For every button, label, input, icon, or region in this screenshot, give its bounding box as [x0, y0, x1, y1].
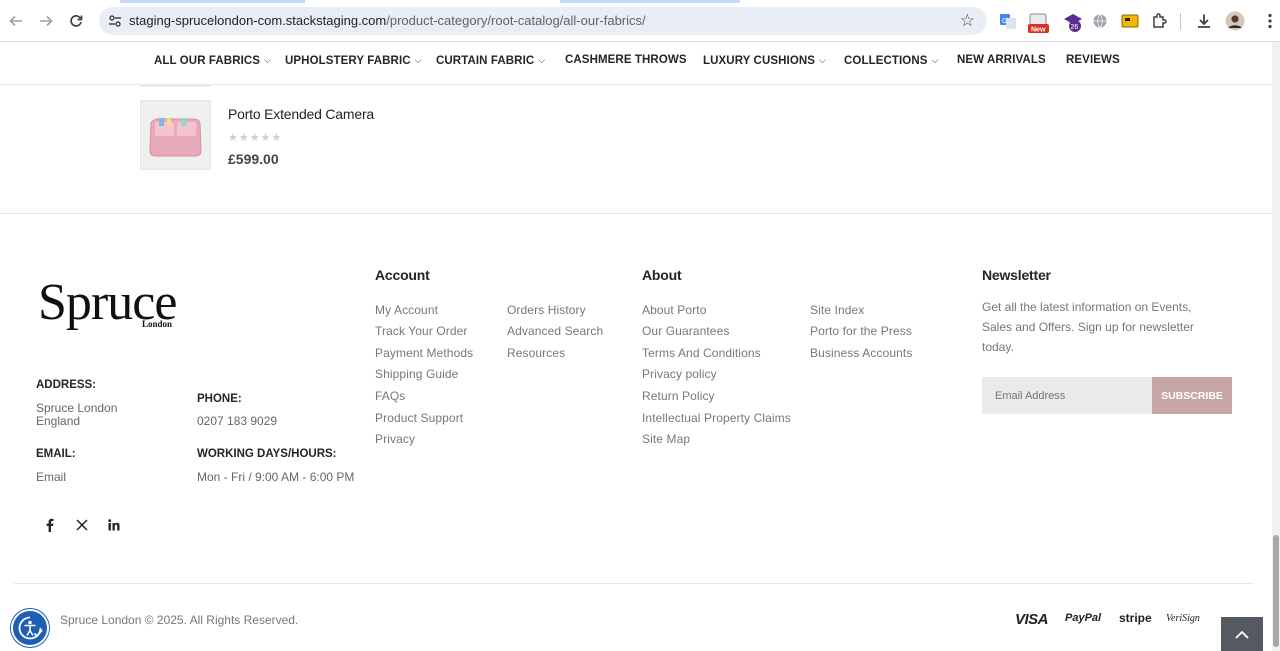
newsletter-description: Get all the latest information on Events…	[982, 300, 1194, 354]
browser-toolbar: staging-sprucelondon-com.stackstaging.co…	[0, 0, 1280, 42]
link-business-accounts[interactable]: Business Accounts	[810, 346, 912, 360]
link-advanced-search[interactable]: Advanced Search	[507, 324, 603, 338]
accessibility-button[interactable]	[11, 609, 49, 647]
product-name-link[interactable]: Porto Extended Camera	[228, 106, 374, 122]
chevron-down-icon: ⌵	[819, 55, 826, 65]
subscribe-button[interactable]: SUBSCRIBE	[1152, 377, 1232, 414]
newsletter-email-field[interactable]	[982, 377, 1153, 414]
link-shipping-guide[interactable]: Shipping Guide	[375, 367, 458, 381]
new-extension-icon[interactable]: New	[1028, 13, 1050, 35]
product-price: £599.00	[228, 151, 279, 167]
main-navigation: ALL OUR FABRICS ⌵ UPHOLSTERY FABRIC ⌵ CURT…	[0, 42, 1280, 85]
chevron-down-icon: ⌵	[264, 55, 272, 65]
x-twitter-icon[interactable]	[72, 516, 92, 534]
stripe-logo: stripe	[1119, 611, 1152, 625]
working-hours-label: WORKING DAYS/HOURS:	[197, 448, 337, 460]
link-track-your-order[interactable]: Track Your Order	[375, 324, 468, 338]
visa-logo: VISA	[1015, 611, 1049, 628]
back-icon[interactable]	[5, 10, 27, 32]
link-site-map[interactable]: Site Map	[642, 432, 690, 446]
linkedin-icon[interactable]	[104, 516, 124, 534]
forward-icon[interactable]	[35, 10, 57, 32]
accessibility-icon	[18, 616, 43, 640]
academic-cap-extension-icon[interactable]: 26	[1062, 11, 1084, 33]
chevron-down-icon: ⌵	[538, 55, 546, 65]
nav-luxury-cushions[interactable]: LUXURY CUSHIONS ⌵	[703, 55, 826, 67]
phone-label: PHONE:	[197, 393, 242, 405]
email-input[interactable]	[982, 377, 1153, 414]
link-porto-for-the-press[interactable]: Porto for the Press	[810, 324, 912, 338]
link-terms-and-conditions[interactable]: Terms And Conditions	[642, 346, 761, 360]
link-about-porto[interactable]: About Porto	[642, 303, 706, 317]
chevron-down-icon: ⌵	[414, 55, 422, 65]
chevron-up-icon	[1235, 630, 1249, 639]
link-our-guarantees[interactable]: Our Guarantees	[642, 324, 729, 338]
link-privacy[interactable]: Privacy	[375, 432, 415, 446]
footer-bottom-divider	[14, 583, 1254, 584]
paypal-logo: PayPal	[1065, 612, 1102, 624]
nav-new-arrivals[interactable]: NEW ARRIVALS	[957, 54, 1046, 66]
toolbar-separator	[1180, 13, 1181, 30]
link-orders-history[interactable]: Orders History	[507, 303, 586, 317]
link-faqs[interactable]: FAQs	[375, 389, 405, 403]
nav-upholstery-fabric[interactable]: UPHOLSTERY FABRIC ⌵	[285, 55, 422, 67]
link-my-account[interactable]: My Account	[375, 303, 438, 317]
link-privacy-policy[interactable]: Privacy policy	[642, 367, 717, 381]
svg-text:London: London	[142, 319, 172, 329]
link-return-policy[interactable]: Return Policy	[642, 389, 715, 403]
product-rating-stars: ★★★★★	[228, 132, 283, 144]
link-intellectual-property-claims[interactable]: Intellectual Property Claims	[642, 411, 791, 425]
downloads-icon[interactable]	[1194, 11, 1214, 31]
page-scrollbar-thumb[interactable]	[1273, 535, 1279, 647]
address-label: ADDRESS:	[36, 379, 97, 391]
svg-text:G: G	[1002, 18, 1007, 25]
nav-reviews[interactable]: REVIEWS	[1066, 54, 1120, 66]
extensions-puzzle-icon[interactable]	[1150, 11, 1170, 31]
reload-icon[interactable]	[65, 10, 87, 32]
verisign-logo: VeriSign	[1166, 613, 1200, 624]
translate-extension-icon[interactable]: G	[998, 11, 1018, 31]
copyright-text: Spruce London © 2025. All Rights Reserve…	[60, 613, 299, 627]
facebook-icon[interactable]	[39, 516, 59, 534]
working-hours-value: Mon - Fri / 9:00 AM - 6:00 PM	[197, 470, 355, 484]
nav-cashmere-throws[interactable]: CASHMERE THROWS	[565, 54, 687, 66]
spruce-london-logo[interactable]: Spruce London	[38, 274, 208, 335]
product-thumbnail[interactable]	[140, 100, 211, 170]
globe-extension-icon[interactable]	[1090, 11, 1110, 31]
nav-collections[interactable]: COLLECTIONS ⌵	[844, 55, 938, 67]
about-heading: About	[642, 267, 682, 283]
scroll-to-top-button[interactable]	[1221, 617, 1263, 651]
url-text: staging-sprucelondon-com.stackstaging.co…	[129, 13, 646, 28]
link-resources[interactable]: Resources	[507, 346, 565, 360]
link-site-index[interactable]: Site Index	[810, 303, 864, 317]
site-settings-icon[interactable]	[107, 13, 123, 29]
phone-value[interactable]: 0207 183 9029	[197, 415, 277, 428]
email-value[interactable]: Email	[36, 471, 66, 484]
address-bar[interactable]: staging-sprucelondon-com.stackstaging.co…	[99, 7, 987, 35]
tab-strip-edge	[560, 0, 740, 3]
profile-avatar-icon[interactable]	[1225, 11, 1245, 31]
nav-curtain-fabric[interactable]: CURTAIN FABRIC ⌵	[436, 55, 545, 67]
bookmark-star-icon[interactable]: ☆	[960, 11, 975, 31]
svg-text:26: 26	[1071, 24, 1079, 31]
nav-all-our-fabrics[interactable]: ALL OUR FABRICS ⌵	[154, 55, 271, 67]
address-line-2: England	[36, 414, 81, 428]
email-label: EMAIL:	[36, 448, 76, 460]
link-product-support[interactable]: Product Support	[375, 411, 463, 425]
chevron-down-icon: ⌵	[931, 55, 939, 65]
footer-divider	[0, 213, 1280, 214]
account-heading: Account	[375, 267, 430, 283]
screen-extension-icon[interactable]	[1120, 11, 1140, 31]
previous-product-thumbnail-edge	[140, 85, 211, 87]
link-payment-methods[interactable]: Payment Methods	[375, 346, 473, 360]
browser-menu-icon[interactable]	[1260, 11, 1280, 31]
newsletter-heading: Newsletter	[982, 267, 1051, 283]
svg-text:New: New	[1031, 27, 1046, 34]
tab-strip-edge	[120, 0, 305, 3]
